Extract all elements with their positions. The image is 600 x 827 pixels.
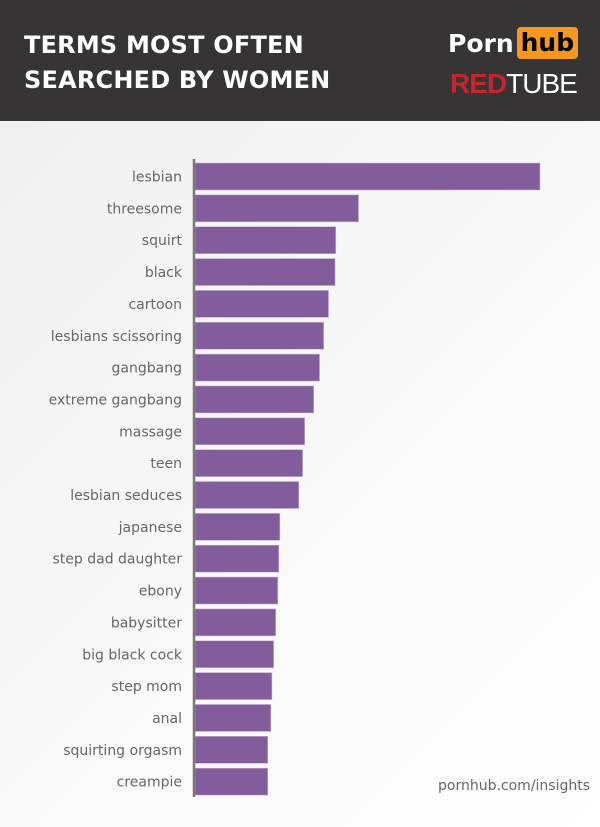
- bar-squirt: [194, 226, 337, 254]
- source-footer: pornhub.com/insights: [438, 778, 591, 794]
- redtube-logo: REDTUBE: [450, 68, 578, 100]
- bar-massage: [194, 417, 306, 446]
- chart-title: TERMS MOST OFTEN SEARCHED BY WOMEN: [24, 28, 330, 98]
- category-label: cartoon: [128, 297, 182, 313]
- bar-babysitter: [194, 608, 277, 637]
- bar-japanese: [194, 513, 281, 541]
- title-line-2: SEARCHED BY WOMEN: [24, 66, 331, 94]
- category-label: teen: [150, 456, 182, 472]
- redtube-logo-tube: TUBE: [506, 68, 578, 99]
- bar-step-mom: [194, 672, 273, 700]
- bar-anal: [194, 704, 272, 732]
- category-label: japanese: [118, 520, 182, 536]
- category-label: step mom: [111, 679, 182, 695]
- category-label: lesbians scissoring: [51, 329, 182, 345]
- title-line-1: TERMS MOST OFTEN: [24, 31, 304, 59]
- bar-extreme-gangbang: [194, 385, 314, 414]
- category-label: black: [145, 265, 183, 281]
- category-label: squirting orgasm: [63, 743, 182, 759]
- pornhub-logo-badge: hub: [516, 27, 579, 59]
- header: TERMS MOST OFTEN SEARCHED BY WOMEN Porn …: [0, 0, 600, 121]
- pornhub-logo: Porn hub: [448, 26, 579, 60]
- category-label: anal: [152, 711, 182, 727]
- bar-cartoon: [194, 290, 329, 318]
- bar-step-dad-daughter: [194, 544, 280, 573]
- bar-black: [194, 258, 336, 286]
- redtube-logo-red: RED: [450, 68, 507, 99]
- category-label: extreme gangbang: [49, 392, 182, 408]
- bar-lesbian: [194, 162, 541, 191]
- category-label: gangbang: [112, 361, 182, 377]
- category-label: lesbian seduces: [70, 488, 182, 504]
- bar-creampie: [194, 767, 269, 796]
- bar-ebony: [194, 576, 279, 605]
- bar-squirting-orgasm: [194, 735, 269, 764]
- bar-lesbians-scissoring: [194, 321, 324, 350]
- category-label: threesome: [107, 201, 182, 217]
- category-label: squirt: [142, 233, 183, 249]
- bar-gangbang: [194, 353, 320, 382]
- category-label: ebony: [139, 584, 182, 600]
- category-label: big black cock: [82, 647, 183, 663]
- bar-chart: lesbian threesome squirt black cartoon lesbia…: [49, 159, 541, 797]
- category-label: babysitter: [111, 615, 182, 631]
- bar-big-black-cock: [194, 640, 274, 669]
- bar-lesbian-seduces: [194, 481, 300, 509]
- category-label: creampie: [117, 775, 182, 791]
- category-label: step dad daughter: [53, 552, 183, 568]
- category-label: massage: [119, 424, 182, 440]
- bar-teen: [194, 449, 303, 477]
- category-label: lesbian: [132, 170, 182, 186]
- pornhub-logo-text: Porn: [448, 28, 514, 58]
- bar-threesome: [194, 194, 359, 223]
